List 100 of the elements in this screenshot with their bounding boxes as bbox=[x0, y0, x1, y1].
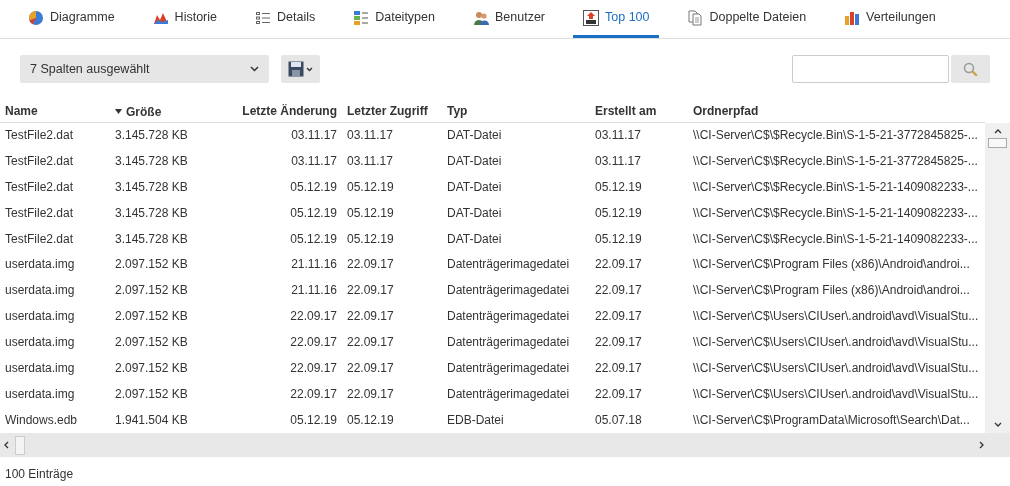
table-cell: \\CI-Server\C$\Users\CIUser\.android\avd\VisualStu... bbox=[693, 387, 979, 401]
chevron-down-icon bbox=[250, 66, 259, 72]
table-cell: 05.12.19 bbox=[290, 179, 337, 194]
table-cell: TestFile2.dat bbox=[5, 205, 74, 220]
table-cell: 21.11.16 bbox=[291, 257, 337, 272]
table-cell: 05.12.19 bbox=[595, 205, 642, 220]
scroll-thumb[interactable] bbox=[15, 435, 25, 455]
table-cell: \\CI-Server\C$\Users\CIUser\.android\avd\VisualStu... bbox=[693, 361, 979, 376]
scroll-thumb[interactable] bbox=[988, 138, 1007, 148]
table-cell: 05.12.19 bbox=[290, 413, 337, 427]
tab[interactable]: Diagramme bbox=[18, 0, 125, 38]
column-header[interactable]: Erstellt am bbox=[595, 101, 657, 120]
table-cell: TestFile2.dat bbox=[5, 231, 74, 246]
table-cell: 3.145.728 KB bbox=[115, 128, 188, 143]
column-header[interactable]: Typ bbox=[447, 101, 468, 120]
top-hundred-icon bbox=[583, 9, 599, 26]
table-cell: TestFile2.dat bbox=[5, 179, 74, 194]
column-header[interactable]: Name bbox=[5, 101, 38, 120]
table-cell: Datenträgerimagedatei bbox=[447, 283, 570, 298]
table-cell: 03.11.17 bbox=[291, 153, 337, 168]
table-cell: Datenträgerimagedatei bbox=[447, 257, 570, 272]
table-cell: \\CI-Server\C$\Users\CIUser\.android\avd\VisualStu... bbox=[693, 309, 979, 324]
column-select-dropdown[interactable]: 7 Spalten ausgewählt bbox=[20, 55, 269, 83]
table-cell: \\CI-Server\C$\Program Files (x86)\Android\androi... bbox=[693, 257, 970, 272]
table-cell: 22.09.17 bbox=[347, 257, 394, 272]
table-cell: 05.12.19 bbox=[290, 231, 337, 246]
tab[interactable]: Verteilungen bbox=[834, 0, 946, 38]
table-cell: 05.12.19 bbox=[595, 179, 642, 194]
caret-icon bbox=[306, 66, 313, 72]
table-cell: 2.097.152 KB bbox=[115, 387, 188, 401]
bar-chart-icon bbox=[844, 9, 861, 26]
tab[interactable]: Dateitypen bbox=[343, 0, 445, 38]
table-cell: \\CI-Server\C$\$Recycle.Bin\S-1-5-21-3772845825-... bbox=[693, 128, 978, 143]
table-cell: 22.09.17 bbox=[347, 309, 394, 324]
table-cell: 22.09.17 bbox=[347, 283, 394, 298]
scroll-down-icon bbox=[993, 422, 1002, 427]
table-cell: 22.09.17 bbox=[595, 387, 642, 401]
table-cell: 05.12.19 bbox=[595, 231, 642, 246]
table-cell: userdata.img bbox=[5, 361, 75, 376]
table-cell: 22.09.17 bbox=[347, 361, 394, 376]
table-cell: 22.09.17 bbox=[595, 335, 642, 350]
table-cell: 3.145.728 KB bbox=[115, 205, 188, 220]
table-cell: 3.145.728 KB bbox=[115, 153, 188, 168]
table-cell: 03.11.17 bbox=[595, 153, 641, 168]
table-cell: 1.941.504 KB bbox=[115, 413, 188, 427]
table-cell: userdata.img bbox=[5, 309, 75, 324]
table-cell: DAT-Datei bbox=[447, 128, 502, 143]
column-header[interactable]: Größe bbox=[115, 102, 162, 121]
table-cell: 22.09.17 bbox=[595, 361, 642, 376]
table-cell: 2.097.152 KB bbox=[115, 283, 188, 298]
tab[interactable]: Details bbox=[245, 0, 326, 38]
search-icon bbox=[963, 61, 978, 77]
table-cell: userdata.img bbox=[5, 283, 75, 298]
table-cell: Datenträgerimagedatei bbox=[447, 335, 570, 350]
column-header[interactable]: Letzte Änderung bbox=[242, 101, 337, 120]
table-cell: 05.07.18 bbox=[595, 413, 642, 427]
tab[interactable]: Top 100 bbox=[573, 0, 660, 38]
tab[interactable]: Historie bbox=[142, 0, 227, 38]
column-header[interactable]: Letzter Zugriff bbox=[347, 101, 428, 120]
horizontal-scrollbar[interactable] bbox=[0, 433, 1010, 457]
search-field[interactable] bbox=[792, 55, 949, 83]
table-cell: 22.09.17 bbox=[347, 387, 394, 401]
duplicate-files-icon bbox=[687, 9, 704, 26]
table-cell: userdata.img bbox=[5, 387, 75, 401]
table-cell: 05.12.19 bbox=[290, 205, 337, 220]
table-cell: 2.097.152 KB bbox=[115, 309, 188, 324]
table-cell: 3.145.728 KB bbox=[115, 231, 188, 246]
table-cell: \\CI-Server\C$\$Recycle.Bin\S-1-5-21-1409082233-... bbox=[693, 179, 978, 194]
file-types-icon bbox=[353, 9, 370, 26]
sort-arrow-icon bbox=[115, 109, 122, 114]
table-cell: userdata.img bbox=[5, 257, 75, 272]
table-cell: 22.09.17 bbox=[595, 309, 642, 324]
save-button[interactable] bbox=[281, 55, 320, 83]
search-button[interactable] bbox=[951, 55, 990, 83]
table-cell: \\CI-Server\C$\$Recycle.Bin\S-1-5-21-1409082233-... bbox=[693, 205, 978, 220]
table-cell: \\CI-Server\C$\Users\CIUser\.android\avd\VisualStu... bbox=[693, 335, 979, 350]
table-cell: 05.12.19 bbox=[347, 413, 394, 427]
table-cell: \\CI-Server\C$\ProgramData\Microsoft\Search\Dat... bbox=[693, 413, 970, 427]
list-icon bbox=[255, 9, 271, 26]
table-cell: 03.11.17 bbox=[595, 128, 641, 143]
table-cell: userdata.img bbox=[5, 335, 75, 350]
column-header[interactable]: Ordnerpfad bbox=[693, 101, 759, 120]
table-cell: 22.09.17 bbox=[347, 335, 394, 350]
tab[interactable]: Doppelte Dateien bbox=[677, 0, 817, 38]
table-cell: DAT-Datei bbox=[447, 153, 502, 168]
table-cell: 21.11.16 bbox=[291, 283, 337, 298]
table-cell: 2.097.152 KB bbox=[115, 335, 188, 350]
table-cell: TestFile2.dat bbox=[5, 128, 74, 143]
pie-chart-icon bbox=[28, 9, 44, 26]
table-cell: 3.145.728 KB bbox=[115, 179, 188, 194]
tab[interactable]: Benutzer bbox=[462, 0, 555, 38]
table-cell: 22.09.17 bbox=[290, 361, 337, 376]
table-cell: \\CI-Server\C$\Program Files (x86)\Android\androi... bbox=[693, 283, 970, 298]
table-cell: 22.09.17 bbox=[595, 283, 642, 298]
vertical-scrollbar[interactable] bbox=[985, 123, 1010, 433]
scroll-up-icon bbox=[993, 129, 1002, 134]
table-cell: DAT-Datei bbox=[447, 231, 502, 246]
table-cell: 22.09.17 bbox=[290, 387, 337, 401]
table-cell: 22.09.17 bbox=[290, 309, 337, 324]
table-cell: DAT-Datei bbox=[447, 205, 502, 220]
